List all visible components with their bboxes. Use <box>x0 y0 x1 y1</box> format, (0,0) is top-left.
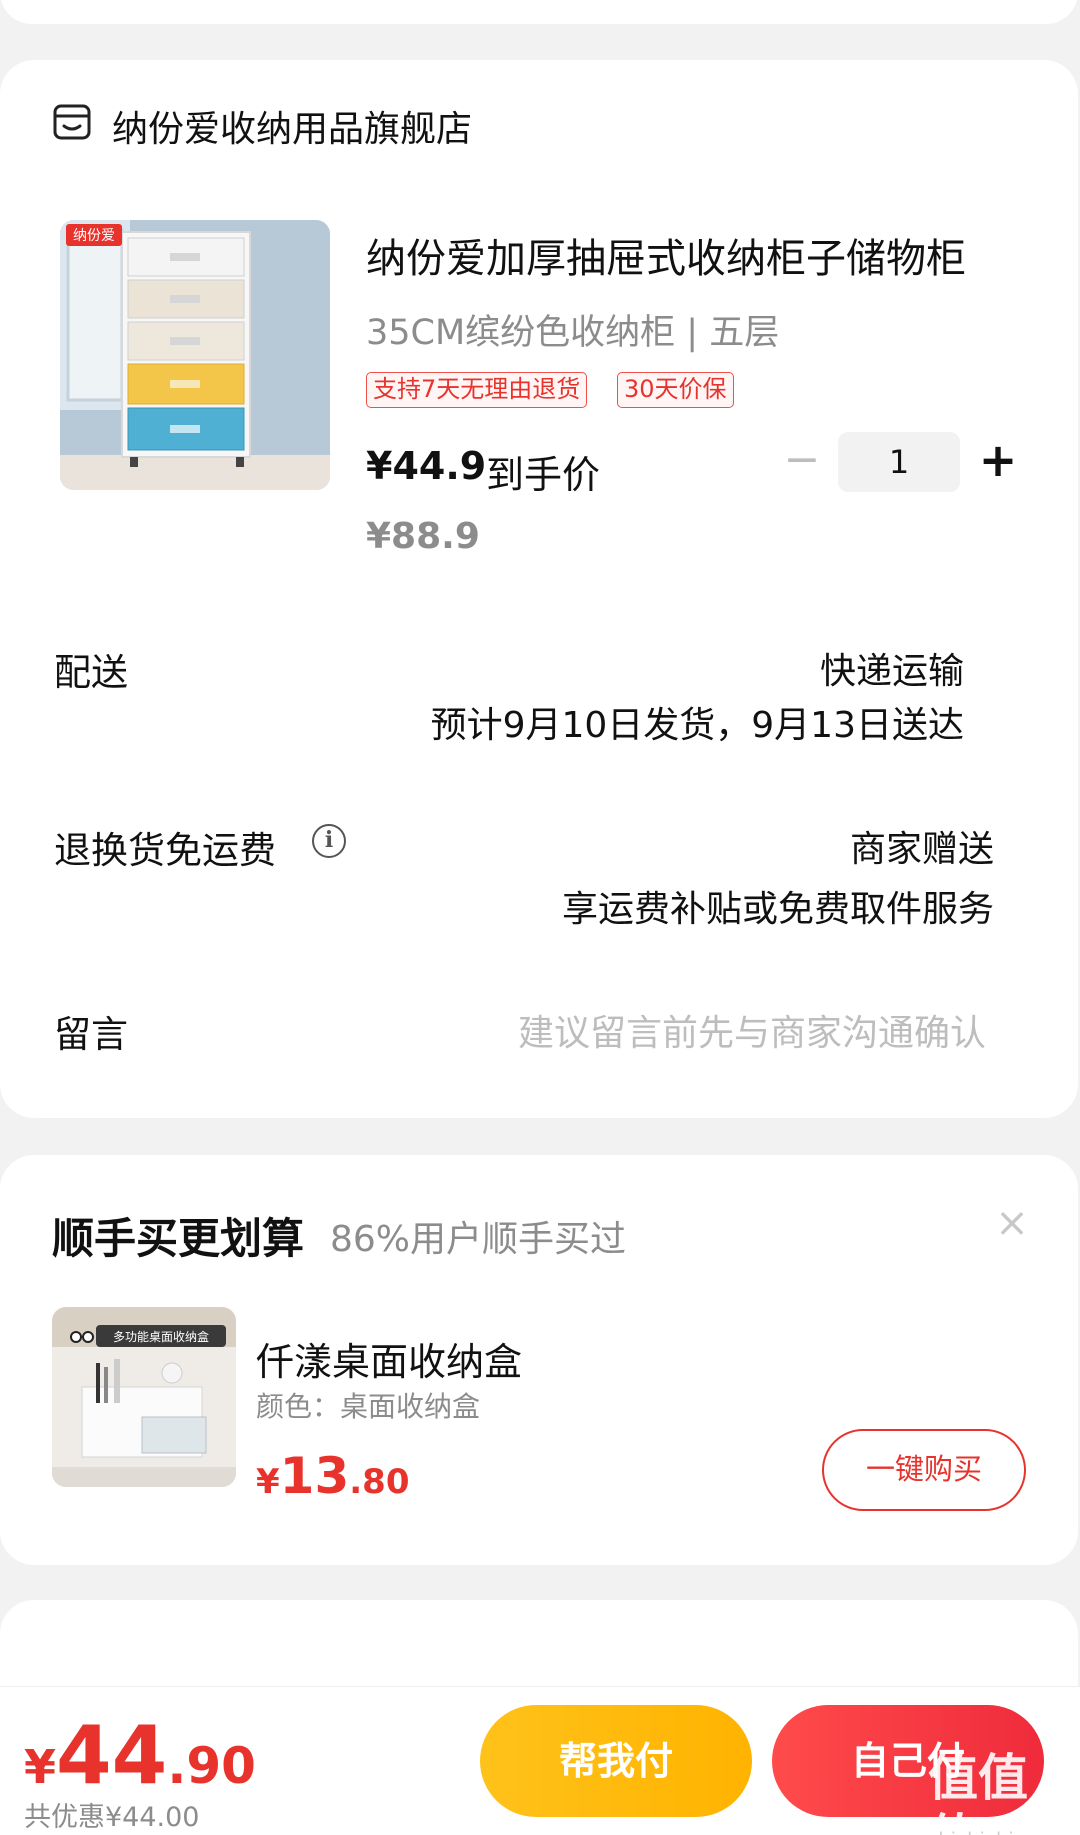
total-discount[interactable]: 共优惠¥44.00 <box>24 1795 199 1834</box>
product-title[interactable]: 纳份爱加厚抽屉式收纳柜子储物柜 <box>366 226 1002 284</box>
delivery-estimate: 预计9月10日发货，9月13日送达 <box>430 705 964 746</box>
quantity-increase-button[interactable]: + <box>976 437 1020 483</box>
drawer-cabinet-illustration: 纳份爱 <box>60 220 330 490</box>
upsell-item-spec: 颜色：桌面收纳盒 <box>256 1390 481 1423</box>
price-label: 到手价 <box>486 453 601 497</box>
original-price: ¥88.9 <box>366 516 480 557</box>
upsell-image-caption: 多功能桌面收纳盒 <box>113 1329 209 1344</box>
close-icon[interactable]: × <box>992 1203 1032 1243</box>
upsell-price-currency: ¥ <box>256 1462 280 1502</box>
return-shipping-value: 商家赠送 <box>849 829 994 870</box>
shop-name[interactable]: 纳份爱收纳用品旗舰店 <box>112 100 472 152</box>
upsell-subtitle: 86%用户顺手买过 <box>330 1219 627 1260</box>
one-click-buy-button[interactable]: 一键购买 <box>822 1429 1026 1511</box>
delivery-label: 配送 <box>54 651 128 694</box>
shop-icon <box>53 104 91 140</box>
price-protect-tag: 30天价保 <box>617 372 734 408</box>
upsell-title: 顺手买更划算 <box>52 1214 305 1263</box>
image-brand-text: 纳份爱 <box>73 228 115 244</box>
upsell-image[interactable]: 多功能桌面收纳盒 <box>52 1307 236 1487</box>
total-decimal: .90 <box>167 1737 256 1795</box>
help-me-pay-button[interactable]: 帮我付 <box>480 1705 752 1817</box>
product-image[interactable]: 纳份爱 <box>60 220 330 490</box>
return-shipping-label: 退换货免运费 <box>54 829 276 872</box>
checkout-bar: ¥44.90 共优惠¥44.00 帮我付 自己付 <box>0 1686 1080 1835</box>
quantity-input[interactable]: 1 <box>838 432 960 492</box>
quantity-decrease-button[interactable]: − <box>782 438 822 482</box>
desk-organizer-illustration: 多功能桌面收纳盒 <box>52 1307 236 1487</box>
product-price: ¥44.9 <box>366 444 487 488</box>
upsell-price-integer: 13 <box>279 1447 350 1505</box>
return-shipping-detail: 享运费补贴或免费取件服务 <box>561 889 994 930</box>
upsell-price-decimal: .80 <box>349 1462 410 1502</box>
delivery-method[interactable]: 快递运输 <box>820 642 964 694</box>
product-spec[interactable]: 35CM缤纷色收纳柜 | 五层 <box>366 304 779 355</box>
upsell-card: 顺手买更划算 86%用户顺手买过 × 多功能桌面收纳盒 仟漾桌面收纳盒 颜色：桌… <box>0 1155 1078 1565</box>
order-card: 纳份爱收纳用品旗舰店 纳份爱 纳份爱加厚抽屉式收纳柜子储物柜 35CM缤纷色收纳… <box>0 60 1078 1118</box>
watermark-url: zhizhizhi.com <box>928 1810 1063 1835</box>
previous-card <box>0 0 1078 24</box>
message-label: 留言 <box>54 1013 128 1056</box>
total-integer: 44 <box>56 1709 168 1802</box>
watermark-logo: 值值值 zhizhizhi.com <box>928 1748 1074 1835</box>
message-input[interactable]: 建议留言前先与商家沟通确认 <box>518 1004 986 1056</box>
upsell-item-price: ¥13.80 <box>256 1447 410 1505</box>
total-currency: ¥ <box>24 1740 57 1794</box>
return-policy-tag: 支持7天无理由退货 <box>366 372 588 408</box>
info-icon[interactable]: i <box>312 824 346 858</box>
total-price: ¥44.90 <box>24 1709 256 1802</box>
upsell-item-name[interactable]: 仟漾桌面收纳盒 <box>256 1331 522 1386</box>
